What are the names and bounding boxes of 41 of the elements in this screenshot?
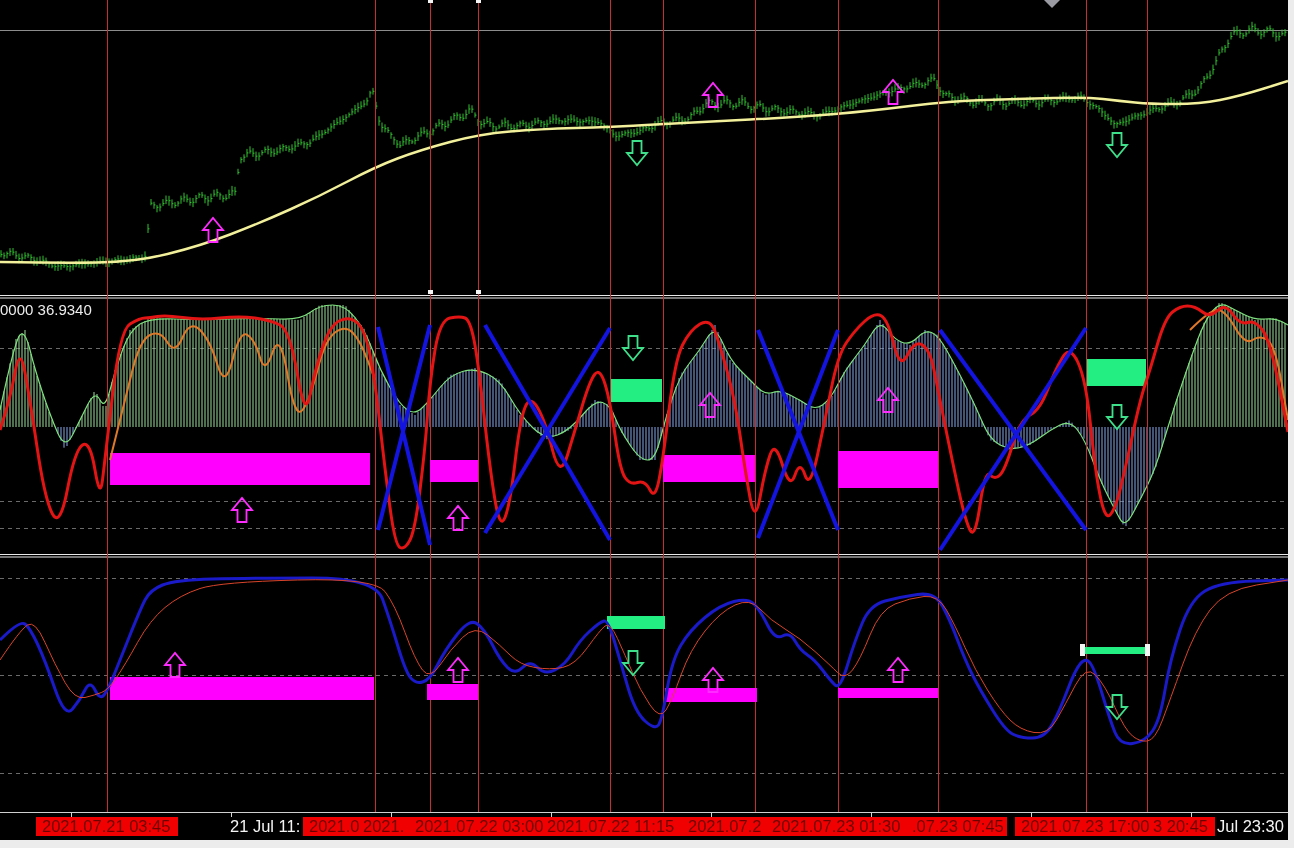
zone-rectangle xyxy=(1083,647,1147,654)
selection-handle-icon[interactable] xyxy=(1145,644,1150,656)
up-arrow-icon xyxy=(701,666,725,693)
up-arrow-icon xyxy=(446,504,470,531)
zone-rectangle xyxy=(1087,359,1146,386)
selection-handle-icon[interactable] xyxy=(428,0,433,3)
down-arrow-icon xyxy=(1105,132,1129,159)
selection-handle-icon[interactable] xyxy=(428,290,433,294)
up-arrow-icon xyxy=(698,391,722,418)
down-arrow-icon xyxy=(625,140,649,167)
time-label: 2021.07.22 03:00 xyxy=(413,817,545,836)
time-label: .07.23 07:45 xyxy=(908,817,1007,836)
triangle-marker-icon[interactable] xyxy=(1044,0,1060,8)
down-arrow-icon xyxy=(621,650,645,677)
up-arrow-icon xyxy=(201,216,225,243)
time-label: 2021.07.2 xyxy=(686,817,770,836)
down-arrow-icon xyxy=(1105,404,1129,431)
time-label: 2021.07.22 11:15 xyxy=(545,817,686,836)
zone-rectangle xyxy=(611,379,662,402)
time-label: 2021.0 xyxy=(303,817,361,836)
down-arrow-icon xyxy=(1105,694,1129,721)
selection-handle-icon[interactable] xyxy=(1080,644,1085,656)
down-arrow-icon xyxy=(621,335,645,362)
up-arrow-icon xyxy=(230,496,254,523)
up-arrow-icon xyxy=(886,656,910,683)
up-arrow-icon xyxy=(876,386,900,413)
up-arrow-icon xyxy=(163,651,187,678)
time-label: 2021. xyxy=(361,817,413,836)
time-label: 3 20:45 xyxy=(1151,817,1215,836)
selection-handle-icon[interactable] xyxy=(476,290,481,294)
time-label: 2021.07.21 03:45 xyxy=(36,817,178,836)
indicator-readout: 0000 36.9340 xyxy=(0,301,92,319)
selection-handle-icon[interactable] xyxy=(476,0,481,3)
time-label: 2021.07.23 01:30 xyxy=(770,817,908,836)
time-label: 2021.07.23 17:00 xyxy=(1015,817,1151,836)
zone-rectangle xyxy=(430,460,478,482)
up-arrow-icon xyxy=(446,656,470,683)
up-arrow-icon xyxy=(701,81,725,108)
zone-rectangle xyxy=(427,684,478,700)
zone-rectangle xyxy=(607,616,665,629)
up-arrow-icon xyxy=(881,78,905,105)
